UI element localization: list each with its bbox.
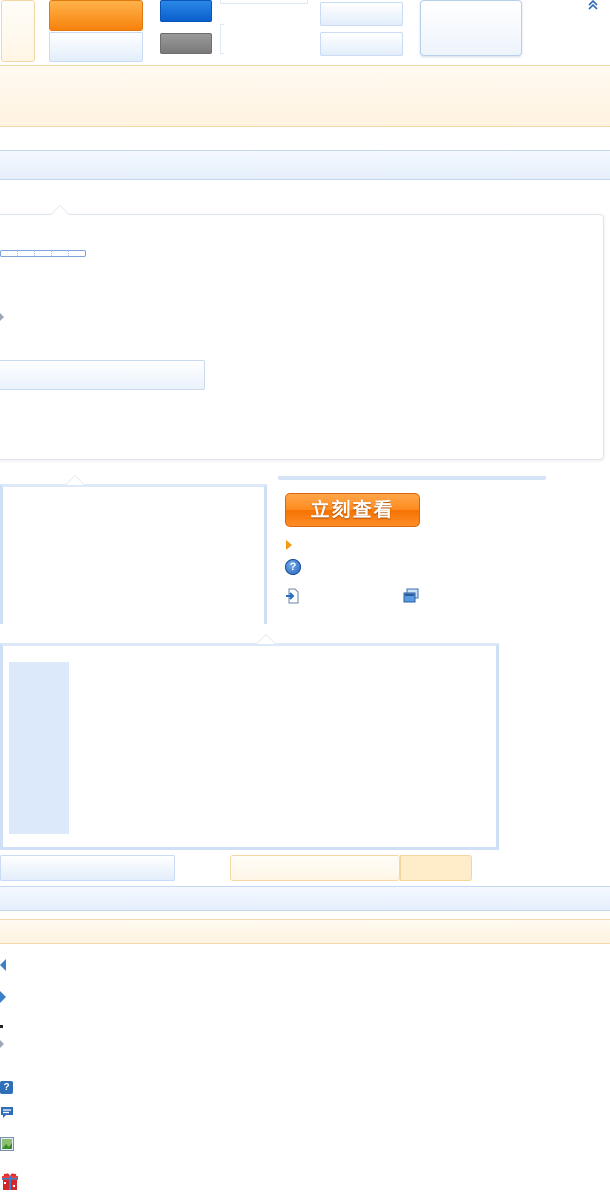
white-tile-top xyxy=(220,0,308,4)
white-tile xyxy=(220,24,224,54)
detail-frame xyxy=(0,643,499,850)
export-icon[interactable] xyxy=(285,588,301,604)
picture-icon[interactable] xyxy=(0,1137,14,1151)
orange-button[interactable] xyxy=(49,0,143,31)
small-arrow-icon[interactable] xyxy=(0,1040,4,1048)
cream-tile-small xyxy=(1,0,35,62)
detail-frame-pointer xyxy=(256,634,276,644)
bottom-tab-blue[interactable] xyxy=(0,855,175,881)
footer-bar-blue xyxy=(0,886,610,911)
blue-input-field[interactable] xyxy=(0,360,205,390)
collapse-up-icon[interactable] xyxy=(587,0,599,10)
help-square-icon[interactable]: ? xyxy=(0,1081,13,1094)
popup-pointer xyxy=(50,205,70,215)
blue-tile-button[interactable] xyxy=(49,32,143,62)
header-bar xyxy=(0,150,610,180)
segmented-control[interactable] xyxy=(0,250,86,257)
blue-tab-top[interactable] xyxy=(320,2,403,26)
left-arrow-icon[interactable] xyxy=(0,959,6,971)
comment-icon[interactable] xyxy=(0,1105,14,1119)
view-now-button[interactable]: 立刻查看 xyxy=(285,493,420,527)
detail-sidebar xyxy=(9,662,69,834)
gift-icon[interactable] xyxy=(0,1171,20,1191)
right-arrow-icon[interactable] xyxy=(0,991,6,1003)
blue-tab-bottom[interactable] xyxy=(320,32,403,56)
play-arrow-icon[interactable] xyxy=(286,540,292,550)
bullet-dot-icon xyxy=(0,1025,3,1028)
right-top-line xyxy=(278,476,546,480)
popup-panel xyxy=(0,214,604,460)
footer-bar-cream xyxy=(0,919,610,944)
blue-button[interactable] xyxy=(160,0,212,22)
left-frame-box xyxy=(0,484,267,624)
notice-band xyxy=(0,65,610,127)
bottom-tab-active[interactable] xyxy=(400,855,472,881)
left-frame-pointer xyxy=(65,475,85,485)
grey-button[interactable] xyxy=(160,33,212,54)
bottom-tab-cream[interactable] xyxy=(230,855,400,881)
window-icon[interactable] xyxy=(403,588,419,603)
expand-arrow-icon[interactable] xyxy=(0,313,4,321)
blue-card xyxy=(420,0,522,56)
help-icon[interactable]: ? xyxy=(285,559,301,575)
